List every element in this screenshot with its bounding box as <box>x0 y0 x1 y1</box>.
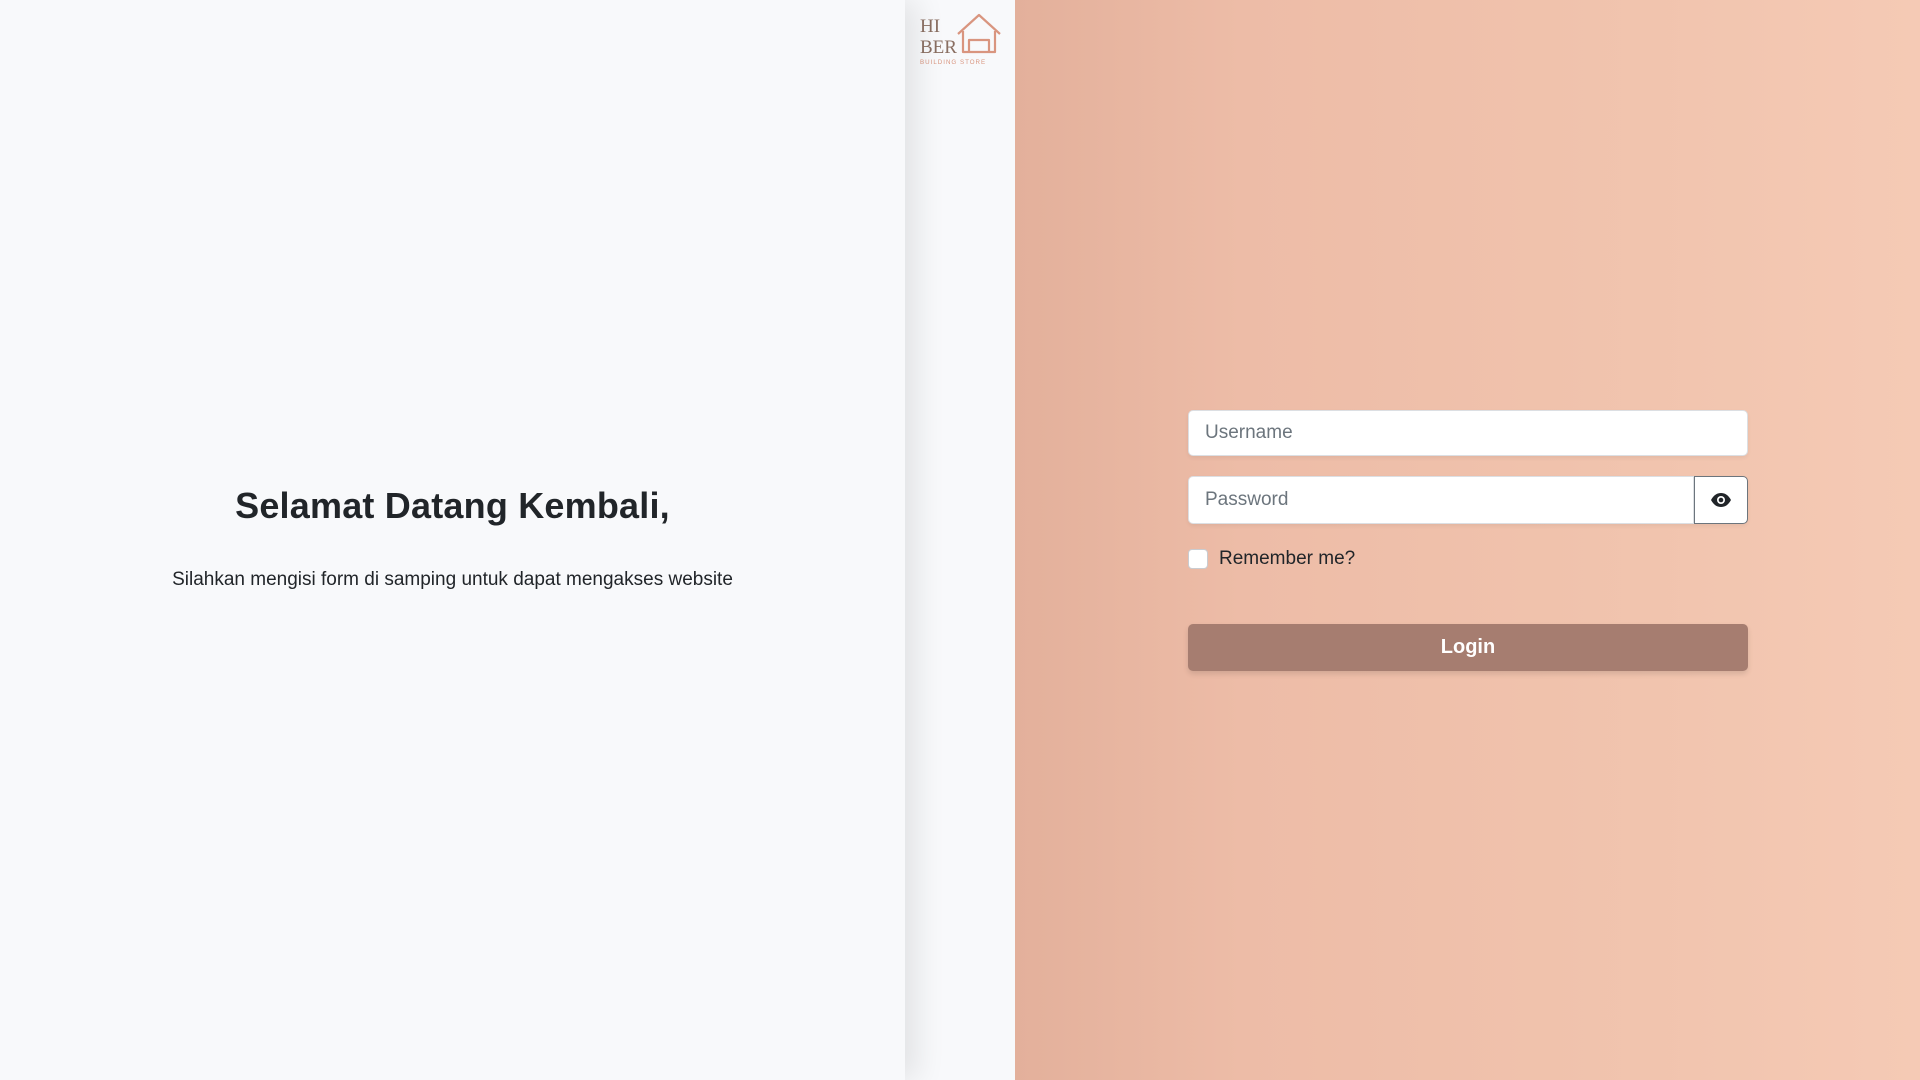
password-input[interactable] <box>1188 476 1694 524</box>
remember-me-label[interactable]: Remember me? <box>1219 548 1355 570</box>
logo-line-2: BER <box>920 37 957 58</box>
login-button[interactable]: Login <box>1188 624 1748 671</box>
login-panel: Remember me? Login <box>1015 0 1920 1080</box>
username-input[interactable] <box>1188 410 1748 456</box>
brand-logo: HI BER BUILDING STORE <box>920 13 1001 66</box>
login-form: Remember me? Login <box>1188 410 1748 671</box>
remember-me-checkbox[interactable] <box>1188 549 1208 569</box>
login-page: Selamat Datang Kembali, Silahkan mengisi… <box>0 0 1920 1080</box>
show-password-button[interactable] <box>1694 476 1748 524</box>
logo-line-1: HI <box>920 16 940 37</box>
welcome-title: Selamat Datang Kembali, <box>235 485 670 526</box>
logo-strip: HI BER BUILDING STORE <box>905 0 1015 1080</box>
password-group <box>1188 476 1748 524</box>
eye-icon <box>1711 493 1731 507</box>
remember-me-row: Remember me? <box>1188 548 1748 570</box>
house-icon <box>957 13 1001 54</box>
welcome-subtitle: Silahkan mengisi form di samping untuk d… <box>172 569 733 590</box>
welcome-panel: Selamat Datang Kembali, Silahkan mengisi… <box>0 0 905 1080</box>
logo-tagline: BUILDING STORE <box>920 59 986 66</box>
